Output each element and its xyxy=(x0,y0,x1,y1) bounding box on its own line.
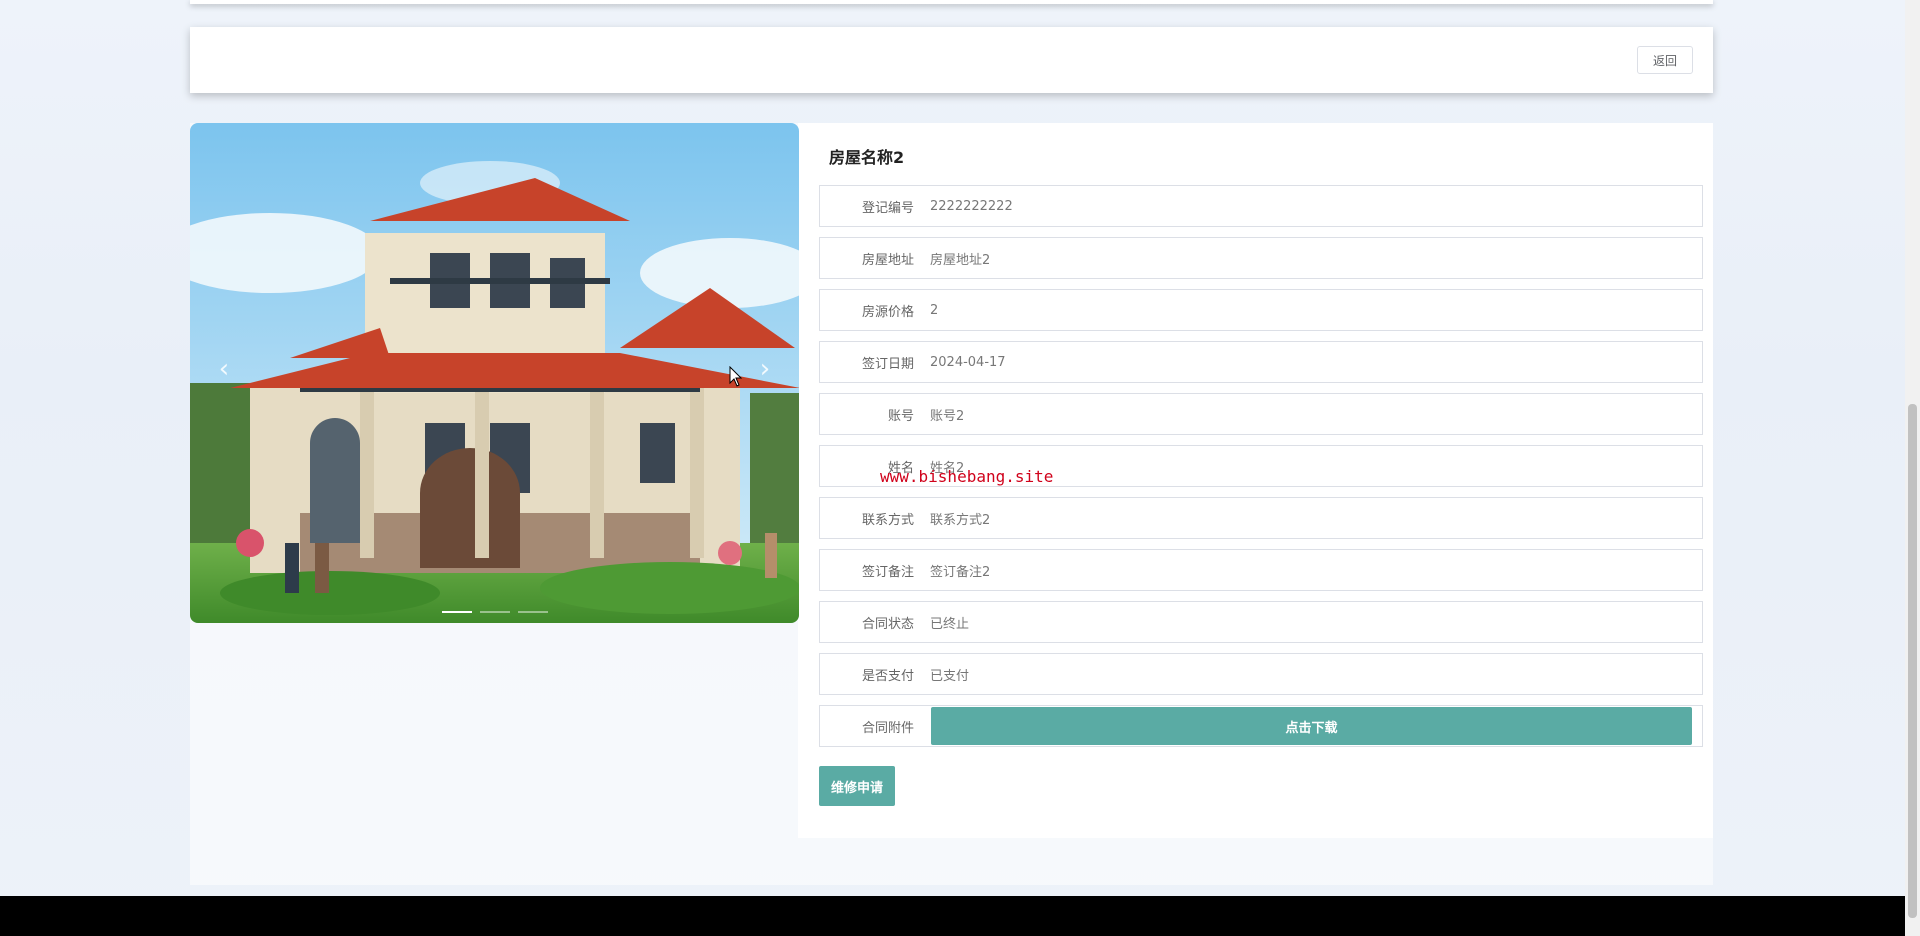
field-account: 账号 账号2 xyxy=(819,393,1703,435)
mouse-cursor-icon xyxy=(729,366,743,387)
field-label: 房源价格 xyxy=(861,304,914,320)
field-label: 签订备注 xyxy=(861,564,914,580)
field-registration-no: 登记编号 2222222222 xyxy=(819,185,1703,227)
field-value: 签订备注2 xyxy=(930,564,991,580)
field-value: 2222222222 xyxy=(930,198,1013,214)
field-label: 合同状态 xyxy=(861,616,914,632)
field-value: 账号2 xyxy=(930,408,965,424)
repair-request-button[interactable]: 维修申请 xyxy=(819,766,895,806)
top-panel-edge xyxy=(190,0,1713,4)
carousel-prev-arrow[interactable]: ‹ xyxy=(206,351,242,387)
field-value: 房屋地址2 xyxy=(930,252,991,268)
toolbar: 返回 xyxy=(190,27,1713,93)
field-label: 是否支付 xyxy=(861,668,914,684)
field-label: 联系方式 xyxy=(861,512,914,528)
field-value: 已终止 xyxy=(930,616,970,632)
field-attachment: 合同附件 点击下载 xyxy=(819,705,1703,747)
field-label: 登记编号 xyxy=(861,200,914,216)
image-carousel[interactable]: ‹ › xyxy=(190,123,799,623)
house-title: 房屋名称2 xyxy=(829,148,905,167)
field-label: 合同附件 xyxy=(861,720,914,736)
field-value: 2024-04-17 xyxy=(930,354,1006,370)
footer-bar xyxy=(0,896,1905,936)
download-button[interactable]: 点击下载 xyxy=(931,707,1692,745)
scrollbar[interactable] xyxy=(1905,0,1920,936)
carousel-indicator[interactable] xyxy=(441,611,472,613)
carousel-indicator[interactable] xyxy=(479,611,510,613)
carousel-indicators xyxy=(190,611,799,613)
scroll-thumb[interactable] xyxy=(1908,404,1917,918)
field-paid: 是否支付 已支付 xyxy=(819,653,1703,695)
house-photo xyxy=(190,123,799,623)
field-value: 2 xyxy=(930,302,939,318)
field-contact: 联系方式 联系方式2 xyxy=(819,497,1703,539)
field-price: 房源价格 2 xyxy=(819,289,1703,331)
field-label: 账号 xyxy=(887,408,914,424)
back-button[interactable]: 返回 xyxy=(1637,46,1693,74)
carousel-indicator[interactable] xyxy=(517,611,548,613)
field-address: 房屋地址 房屋地址2 xyxy=(819,237,1703,279)
carousel-next-arrow[interactable]: › xyxy=(747,351,783,387)
field-sign-date: 签订日期 2024-04-17 xyxy=(819,341,1703,383)
field-label: 房屋地址 xyxy=(861,252,914,268)
watermark: www.bishebang.site xyxy=(880,467,1054,486)
field-label: 签订日期 xyxy=(861,356,914,372)
field-value: 已支付 xyxy=(930,668,970,684)
field-value: 联系方式2 xyxy=(930,512,991,528)
field-contract-status: 合同状态 已终止 xyxy=(819,601,1703,643)
field-sign-remark: 签订备注 签订备注2 xyxy=(819,549,1703,591)
